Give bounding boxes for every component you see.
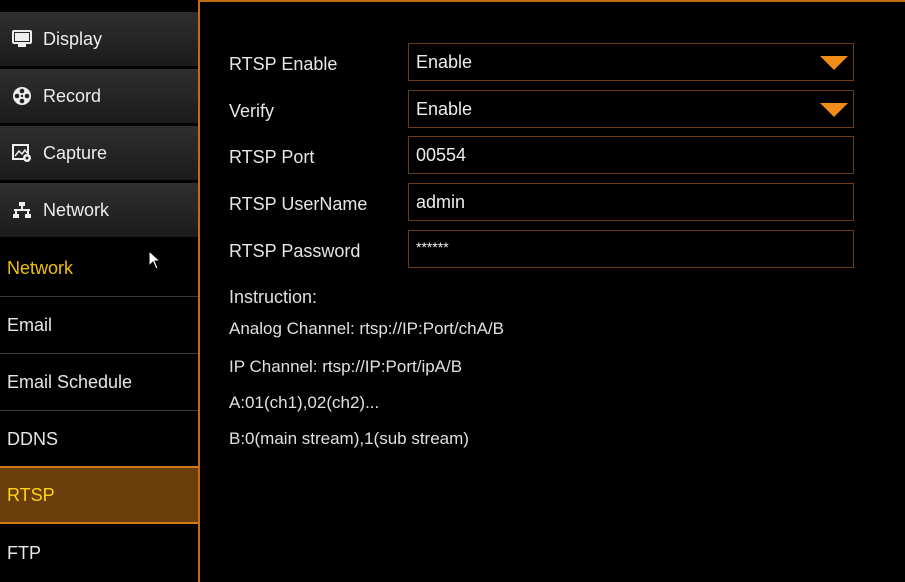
- menu-display[interactable]: Display: [0, 12, 198, 67]
- dropdown-arrow-icon[interactable]: [820, 56, 848, 70]
- instruction-line: B:0(main stream),1(sub stream): [229, 429, 469, 448]
- monitor-icon: [11, 28, 33, 50]
- submenu-ftp-label: FTP: [7, 543, 41, 563]
- submenu-email-schedule[interactable]: Email Schedule: [0, 354, 198, 411]
- rtsp-settings-panel: RTSP Enable Enable Verify Enable RTSP Po…: [200, 0, 905, 582]
- instruction-line: A:01(ch1),02(ch2)...: [229, 393, 380, 412]
- submenu-rtsp-label: RTSP: [7, 484, 55, 505]
- menu-display-label: Display: [43, 28, 103, 49]
- rtsp-username-label: RTSP UserName: [229, 194, 368, 214]
- rtsp-enable-label: RTSP Enable: [229, 54, 338, 74]
- network-icon: [11, 199, 33, 221]
- rtsp-port-input[interactable]: 00554: [408, 136, 854, 174]
- menu-network[interactable]: Network: [0, 183, 198, 238]
- rtsp-port-label: RTSP Port: [229, 147, 315, 167]
- menu-capture[interactable]: Capture: [0, 126, 198, 181]
- submenu-email-label: Email: [7, 314, 53, 335]
- rtsp-password-input[interactable]: ******: [408, 230, 854, 268]
- submenu-network-label: Network: [7, 257, 74, 278]
- sidebar: Display Record Capture Network Network E…: [0, 0, 200, 582]
- submenu-ddns[interactable]: DDNS: [0, 411, 198, 468]
- submenu-email-schedule-label: Email Schedule: [7, 371, 133, 392]
- film-reel-icon: [11, 85, 33, 107]
- mouse-cursor-icon: [148, 250, 162, 270]
- submenu-ddns-label: DDNS: [7, 428, 59, 449]
- verify-value: Enable: [416, 98, 473, 119]
- rtsp-port-value: 00554: [416, 144, 467, 165]
- instruction-line: Analog Channel: rtsp://IP:Port/chA/B: [229, 319, 504, 338]
- rtsp-username-input[interactable]: admin: [408, 183, 854, 221]
- rtsp-enable-value: Enable: [416, 51, 473, 72]
- rtsp-username-value: admin: [416, 191, 466, 212]
- rtsp-enable-select[interactable]: Enable: [408, 43, 854, 81]
- submenu-email[interactable]: Email: [0, 297, 198, 354]
- capture-image-icon: [11, 142, 33, 164]
- menu-capture-label: Capture: [43, 142, 108, 163]
- menu-record[interactable]: Record: [0, 69, 198, 124]
- dropdown-arrow-icon[interactable]: [820, 103, 848, 117]
- menu-record-label: Record: [43, 85, 102, 106]
- menu-network-label: Network: [43, 199, 110, 220]
- submenu-ftp[interactable]: FTP: [0, 525, 198, 582]
- rtsp-password-value: ******: [416, 239, 449, 255]
- verify-select[interactable]: Enable: [408, 90, 854, 128]
- submenu-network[interactable]: Network: [0, 240, 198, 297]
- instruction-line: IP Channel: rtsp://IP:Port/ipA/B: [229, 357, 463, 376]
- instruction-title: Instruction:: [229, 287, 318, 307]
- rtsp-password-label: RTSP Password: [229, 241, 361, 261]
- verify-label: Verify: [229, 101, 275, 121]
- submenu-rtsp[interactable]: RTSP: [0, 466, 198, 524]
